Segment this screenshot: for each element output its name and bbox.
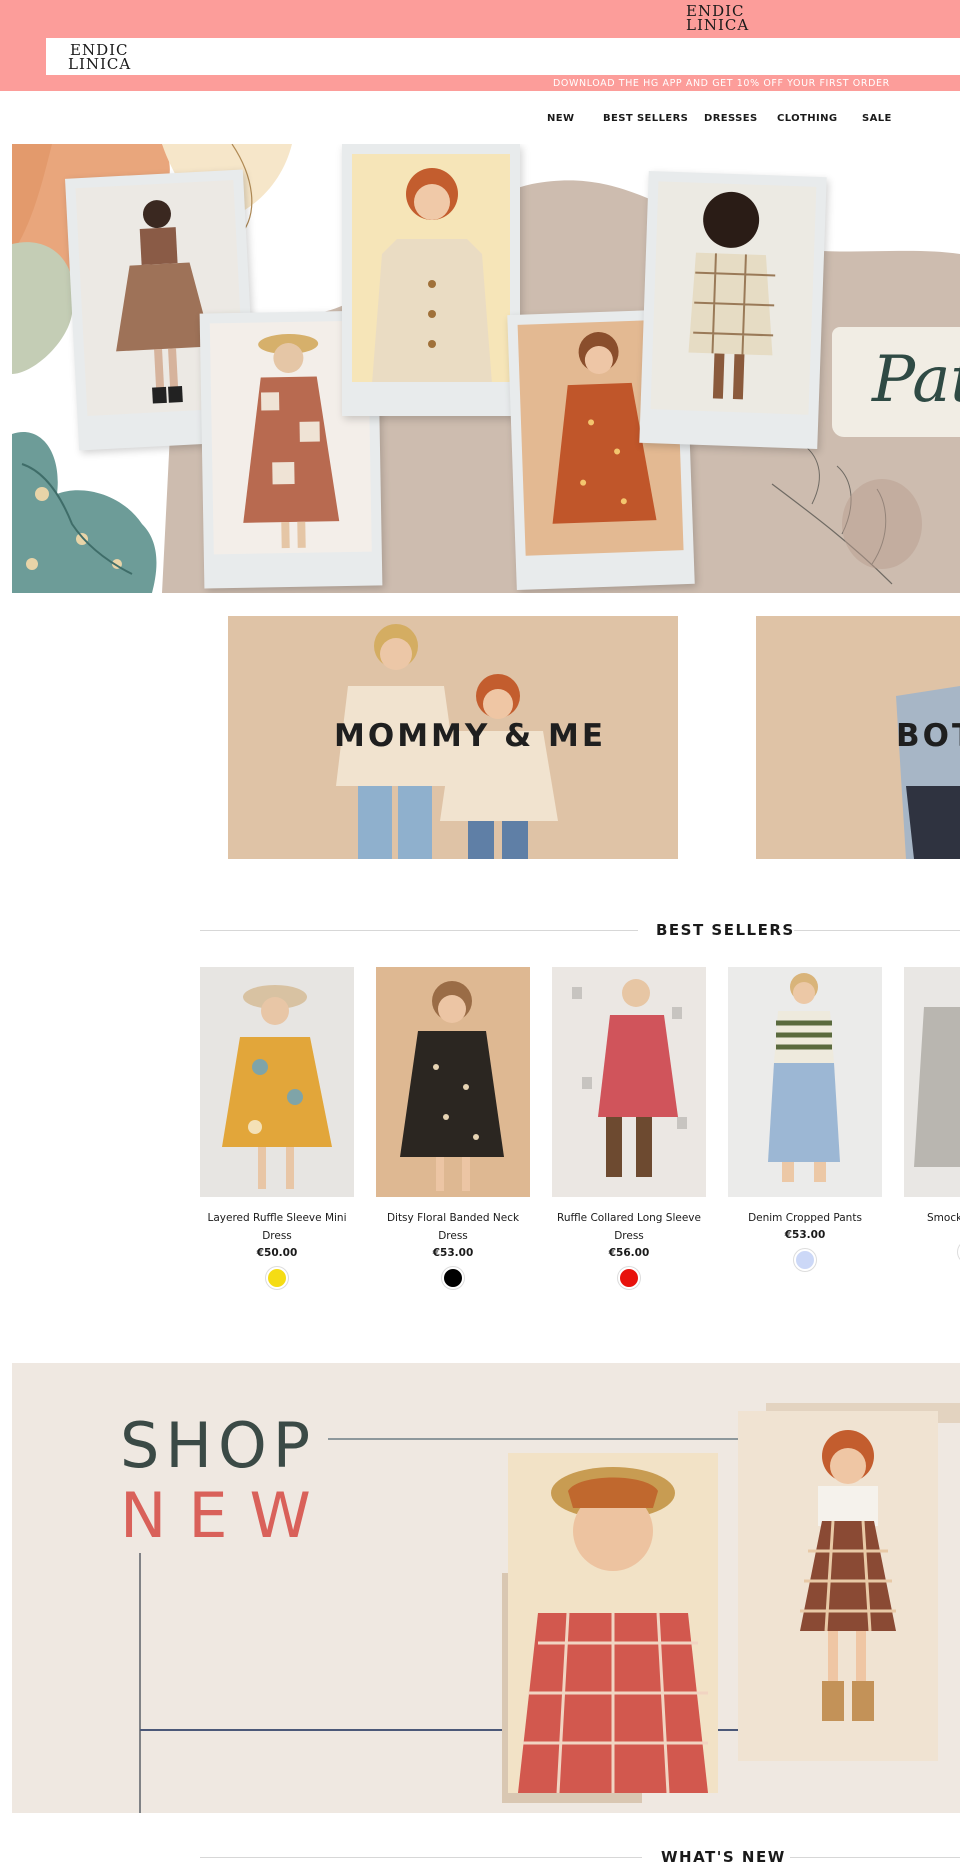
- product-name[interactable]: Ruffle Collared Long Sleeve Dress: [552, 1209, 706, 1245]
- product-name[interactable]: Ditsy Floral Banded Neck Dress: [376, 1209, 530, 1245]
- color-swatch[interactable]: [794, 1249, 816, 1271]
- color-swatch[interactable]: [618, 1267, 640, 1289]
- product-image[interactable]: [904, 967, 960, 1197]
- product-name[interactable]: Denim Cropped Pants: [728, 1209, 882, 1227]
- color-swatch[interactable]: [442, 1267, 464, 1289]
- product-price: €53.00: [784, 1229, 826, 1241]
- brand-logo[interactable]: ENDIC LINICA: [68, 43, 132, 73]
- shop-new-photo-2: [738, 1411, 938, 1761]
- nav-item-dresses[interactable]: DRESSES: [704, 113, 758, 124]
- top-bar: [0, 0, 960, 37]
- product-price: €56.00: [608, 1247, 650, 1259]
- product-image[interactable]: [200, 967, 354, 1197]
- nav-item-clothing[interactable]: CLOTHING: [777, 113, 838, 124]
- section-divider-left: [200, 930, 638, 931]
- nav-item-new[interactable]: NEW: [547, 113, 574, 124]
- product-price: €53.00: [432, 1247, 474, 1259]
- shop-new-line1: SHOP: [120, 1409, 317, 1482]
- category-banner-mommy-me[interactable]: MOMMY & ME: [228, 616, 678, 859]
- main-nav: NEW BEST SELLERS DRESSES CLOTHING SALE: [0, 113, 960, 127]
- nav-item-best-sellers[interactable]: BEST SELLERS: [603, 113, 688, 124]
- logo-top[interactable]: ENDIC LINICA: [686, 4, 750, 34]
- product-card[interactable]: Layered Ruffle Sleeve Mini Dress €50.00: [200, 967, 354, 1289]
- product-name[interactable]: Smock: [904, 1209, 960, 1227]
- shop-new-line2: NEW: [120, 1479, 333, 1552]
- girl-cardigan-image: [372, 168, 492, 382]
- section-divider-right: [790, 1857, 960, 1858]
- product-card[interactable]: Ditsy Floral Banded Neck Dress €53.00: [376, 967, 530, 1289]
- shop-new-banner[interactable]: SHOP NEW: [12, 1363, 960, 1813]
- logo-line2: LINICA: [68, 55, 132, 73]
- hero-script-text: Pat: [872, 343, 960, 417]
- best-sellers-title: BEST SELLERS: [656, 921, 795, 939]
- product-image[interactable]: [552, 967, 706, 1197]
- product-price: €50.00: [256, 1247, 298, 1259]
- product-image[interactable]: [376, 967, 530, 1197]
- product-image[interactable]: [728, 967, 882, 1197]
- product-card[interactable]: Denim Cropped Pants €53.00: [728, 967, 882, 1271]
- girl-plaid-set-image: [688, 191, 776, 400]
- category-banner-bottoms[interactable]: BOT: [756, 616, 960, 859]
- color-swatch[interactable]: [266, 1267, 288, 1289]
- hero-photo-3: [342, 144, 520, 416]
- promo-text: DOWNLOAD THE HG APP AND GET 10% OFF YOUR…: [553, 78, 890, 89]
- product-name[interactable]: Layered Ruffle Sleeve Mini Dress: [200, 1209, 354, 1245]
- shop-new-photo-1: [508, 1453, 718, 1793]
- product-meta: [904, 1227, 960, 1275]
- category-title: MOMMY & ME: [334, 718, 606, 754]
- hero-script-label: Pat: [832, 327, 960, 437]
- whats-new-title: WHAT'S NEW: [661, 1848, 786, 1866]
- promo-banner[interactable]: DOWNLOAD THE HG APP AND GET 10% OFF YOUR…: [0, 75, 960, 91]
- logo-top-line2: LINICA: [686, 16, 750, 34]
- nav-item-sale[interactable]: SALE: [862, 113, 892, 124]
- section-divider-right: [794, 930, 960, 931]
- category-title: BOT: [896, 718, 960, 754]
- hero-banner[interactable]: Pat: [12, 144, 960, 593]
- product-card[interactable]: Smock: [904, 967, 960, 1275]
- hero-photo-5: [639, 170, 827, 450]
- logo-container: [46, 38, 960, 75]
- section-divider-left: [200, 1857, 642, 1858]
- product-card[interactable]: Ruffle Collared Long Sleeve Dress €56.00: [552, 967, 706, 1289]
